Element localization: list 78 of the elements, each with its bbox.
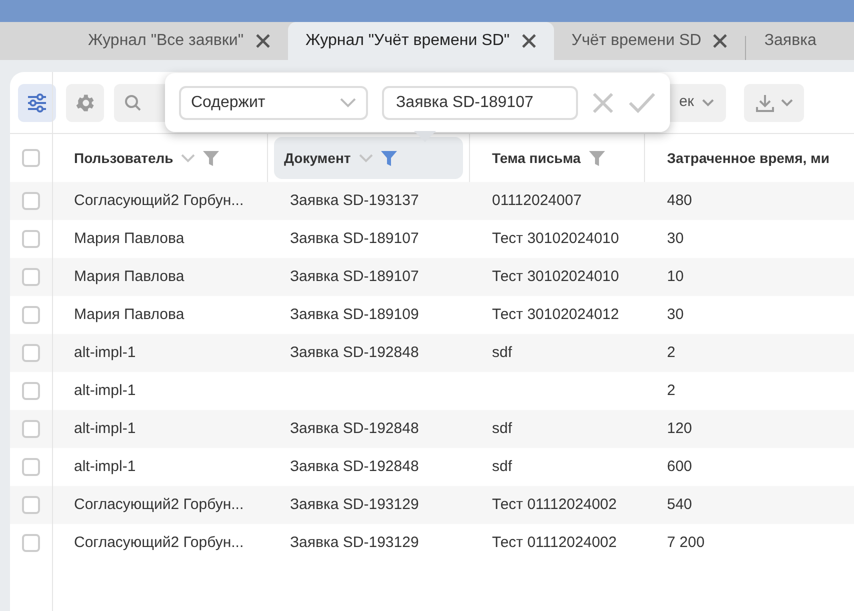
table-cell: sdf — [492, 420, 512, 437]
row-checkbox[interactable] — [22, 458, 40, 476]
filter-icon[interactable] — [380, 150, 397, 166]
table-cell: 540 — [667, 496, 692, 513]
table-cell: alt-impl-1 — [74, 458, 136, 475]
row-checkbox[interactable] — [22, 230, 40, 248]
sort-caret-icon[interactable] — [358, 154, 373, 162]
row-checkbox[interactable] — [22, 496, 40, 514]
table-cell: 30 — [667, 230, 684, 247]
tab[interactable]: Заявка — [746, 22, 834, 60]
table-cell: Тест 01112024002 — [492, 534, 617, 551]
columns-button[interactable] — [18, 84, 56, 122]
table-cell: alt-impl-1 — [74, 420, 136, 437]
table-cell: sdf — [492, 458, 512, 475]
column-header[interactable]: Затраченное время, ми — [651, 137, 854, 179]
row-checkbox[interactable] — [22, 534, 40, 552]
table-cell: 7 200 — [667, 534, 705, 551]
table-cell: Заявка SD-189107 — [290, 230, 419, 247]
operator-dropdown[interactable]: Содержит — [179, 86, 368, 120]
table-cell: Согласующий2 Горбун... — [74, 534, 244, 551]
table-cell: 480 — [667, 192, 692, 209]
column-header[interactable]: Пользователь — [58, 137, 261, 179]
close-icon[interactable] — [522, 34, 536, 48]
table-cell: Тест 30102024010 — [492, 230, 619, 247]
table-cell: alt-impl-1 — [74, 382, 136, 399]
table-cell: 2 — [667, 344, 676, 361]
row-checkbox[interactable] — [22, 268, 40, 286]
row-checkbox[interactable] — [22, 420, 40, 438]
row-checkbox[interactable] — [22, 306, 40, 324]
table-cell: Тест 30102024010 — [492, 268, 619, 285]
column-header[interactable]: Тема письма — [476, 137, 638, 179]
caret-icon — [781, 98, 793, 106]
caret-icon — [340, 98, 356, 108]
apply-button[interactable] — [628, 92, 656, 114]
select-all-checkbox[interactable] — [22, 149, 40, 167]
table-cell: 01112024007 — [492, 192, 582, 209]
caret-icon — [702, 98, 714, 106]
export-button[interactable] — [744, 84, 804, 122]
row-checkbox[interactable] — [22, 382, 40, 400]
row-checkbox[interactable] — [22, 192, 40, 210]
table-cell: 600 — [667, 458, 692, 475]
table-cell: 30 — [667, 306, 684, 323]
tab[interactable]: Журнал "Все заявки" — [70, 22, 288, 60]
download-icon — [755, 92, 775, 112]
tab[interactable]: Учёт времени SD — [554, 22, 746, 60]
table-cell: alt-impl-1 — [74, 344, 136, 361]
filter-value-field[interactable]: Заявка SD-189107 — [382, 86, 578, 120]
sliders-icon — [26, 92, 48, 114]
table-cell: Заявка SD-192848 — [290, 344, 419, 361]
table-cell: Заявка SD-189107 — [290, 268, 419, 285]
filter-icon[interactable] — [588, 150, 605, 166]
table-cell: Заявка SD-193129 — [290, 496, 419, 513]
table-cell: 2 — [667, 382, 676, 399]
table-cell: Заявка SD-193129 — [290, 534, 419, 551]
table-cell: Тест 01112024002 — [492, 496, 617, 513]
table-cell: Мария Павлова — [74, 306, 184, 323]
filter-icon[interactable] — [203, 150, 220, 166]
table-cell: sdf — [492, 344, 512, 361]
table-cell: Мария Павлова — [74, 230, 184, 247]
row-checkbox[interactable] — [22, 344, 40, 362]
table-cell: Заявка SD-192848 — [290, 420, 419, 437]
clear-button[interactable] — [592, 92, 614, 114]
table-cell: Согласующий2 Горбун... — [74, 192, 244, 209]
table-cell: Согласующий2 Горбун... — [74, 496, 244, 513]
table-cell: 10 — [667, 268, 684, 285]
search-icon — [124, 94, 142, 112]
settings-button[interactable] — [66, 84, 104, 122]
tab[interactable]: Журнал "Учёт времени SD" — [288, 22, 554, 60]
table-cell: Заявка SD-192848 — [290, 458, 419, 475]
column-header[interactable]: Документ — [274, 137, 463, 179]
close-icon[interactable] — [256, 34, 270, 48]
table-cell: Мария Павлова — [74, 268, 184, 285]
sort-caret-icon[interactable] — [181, 154, 196, 162]
table-cell: Заявка SD-189109 — [290, 306, 419, 323]
close-icon[interactable] — [713, 34, 728, 48]
table-cell: Заявка SD-193137 — [290, 192, 419, 209]
table-cell: 120 — [667, 420, 692, 437]
table-cell: Тест 30102024012 — [492, 306, 619, 323]
